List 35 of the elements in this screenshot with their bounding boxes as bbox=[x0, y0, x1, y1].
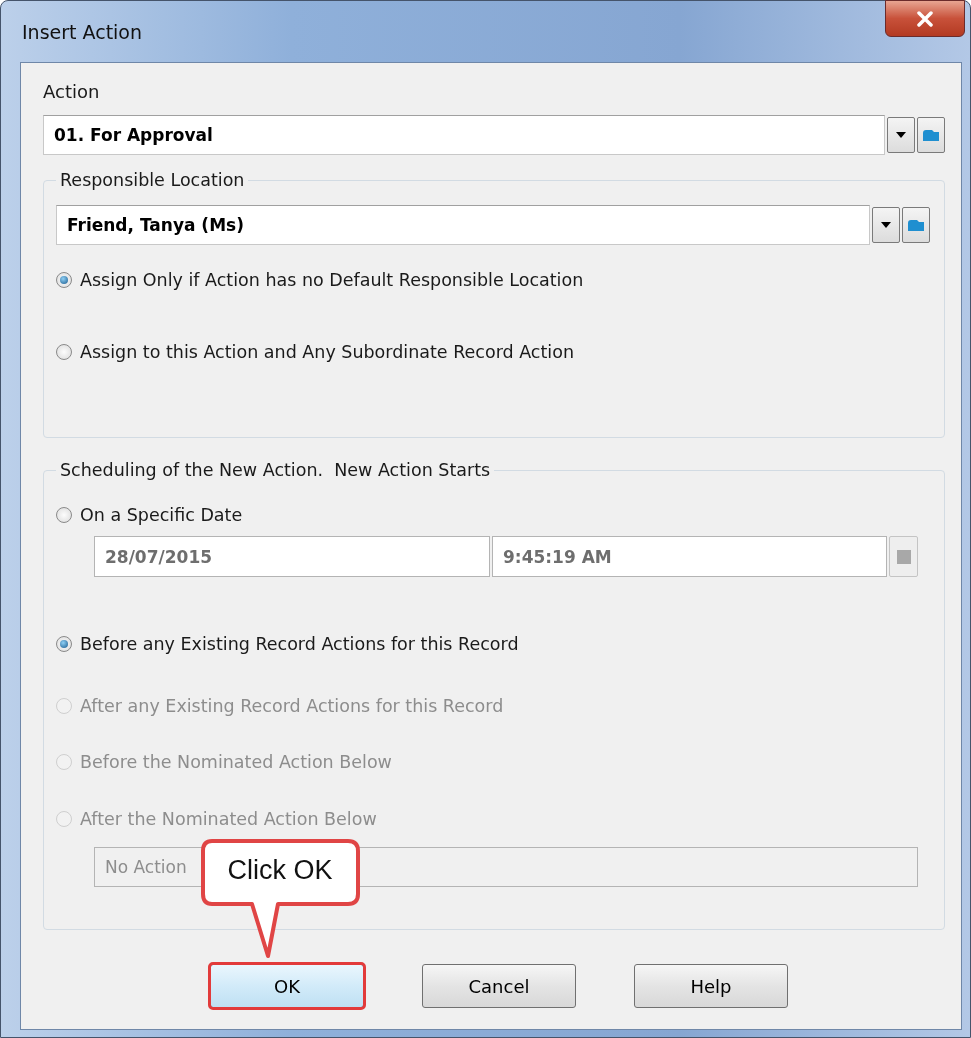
picker-button[interactable] bbox=[889, 536, 918, 577]
radio-button[interactable] bbox=[56, 344, 72, 360]
radio-label: Assign to this Action and Any Subordinate Record Action bbox=[80, 342, 574, 362]
callout-text: Click OK bbox=[227, 854, 333, 886]
browse-button[interactable] bbox=[902, 207, 930, 243]
window-title: Insert Action bbox=[22, 21, 143, 43]
field-label: Action bbox=[43, 81, 101, 104]
time-field[interactable]: 9:45:19 AM bbox=[492, 536, 887, 577]
radio-label: After any Existing Record Actions for this Record bbox=[80, 696, 504, 716]
radio-label: On a Specific Date bbox=[80, 505, 243, 525]
dialog-button[interactable]: Cancel bbox=[422, 964, 576, 1008]
folder-icon bbox=[908, 219, 924, 231]
browse-button[interactable] bbox=[917, 117, 945, 153]
dropdown-button[interactable] bbox=[887, 117, 915, 153]
radio-button[interactable] bbox=[56, 272, 72, 288]
close-icon bbox=[916, 10, 934, 27]
radio-label: Assign Only if Action has no Default Responsible Location bbox=[80, 270, 584, 290]
radio-label: Before any Existing Record Actions for this Record bbox=[80, 634, 519, 654]
folder-icon bbox=[923, 129, 939, 141]
caret-icon bbox=[896, 132, 906, 138]
radio-label: Before the Nominated Action Below bbox=[80, 752, 392, 772]
radio-label: After the Nominated Action Below bbox=[80, 809, 377, 829]
caret-icon bbox=[881, 222, 891, 228]
dialog-button[interactable]: OK bbox=[210, 964, 364, 1008]
combo-field[interactable]: 01. For Approval bbox=[43, 115, 885, 155]
date-field[interactable]: 28/07/2015 bbox=[94, 536, 490, 577]
combo-field[interactable]: Friend, Tanya (Ms) bbox=[56, 205, 870, 245]
square-icon bbox=[896, 549, 911, 564]
dialog-button[interactable]: Help bbox=[634, 964, 788, 1008]
close-button[interactable] bbox=[885, 0, 965, 37]
dropdown-button[interactable] bbox=[872, 207, 900, 243]
radio-button[interactable] bbox=[56, 636, 72, 652]
group-title: Responsible Location bbox=[59, 170, 246, 190]
radio-button[interactable] bbox=[56, 507, 72, 523]
group-title: Scheduling of the New Action. New Action Starts bbox=[59, 460, 492, 480]
